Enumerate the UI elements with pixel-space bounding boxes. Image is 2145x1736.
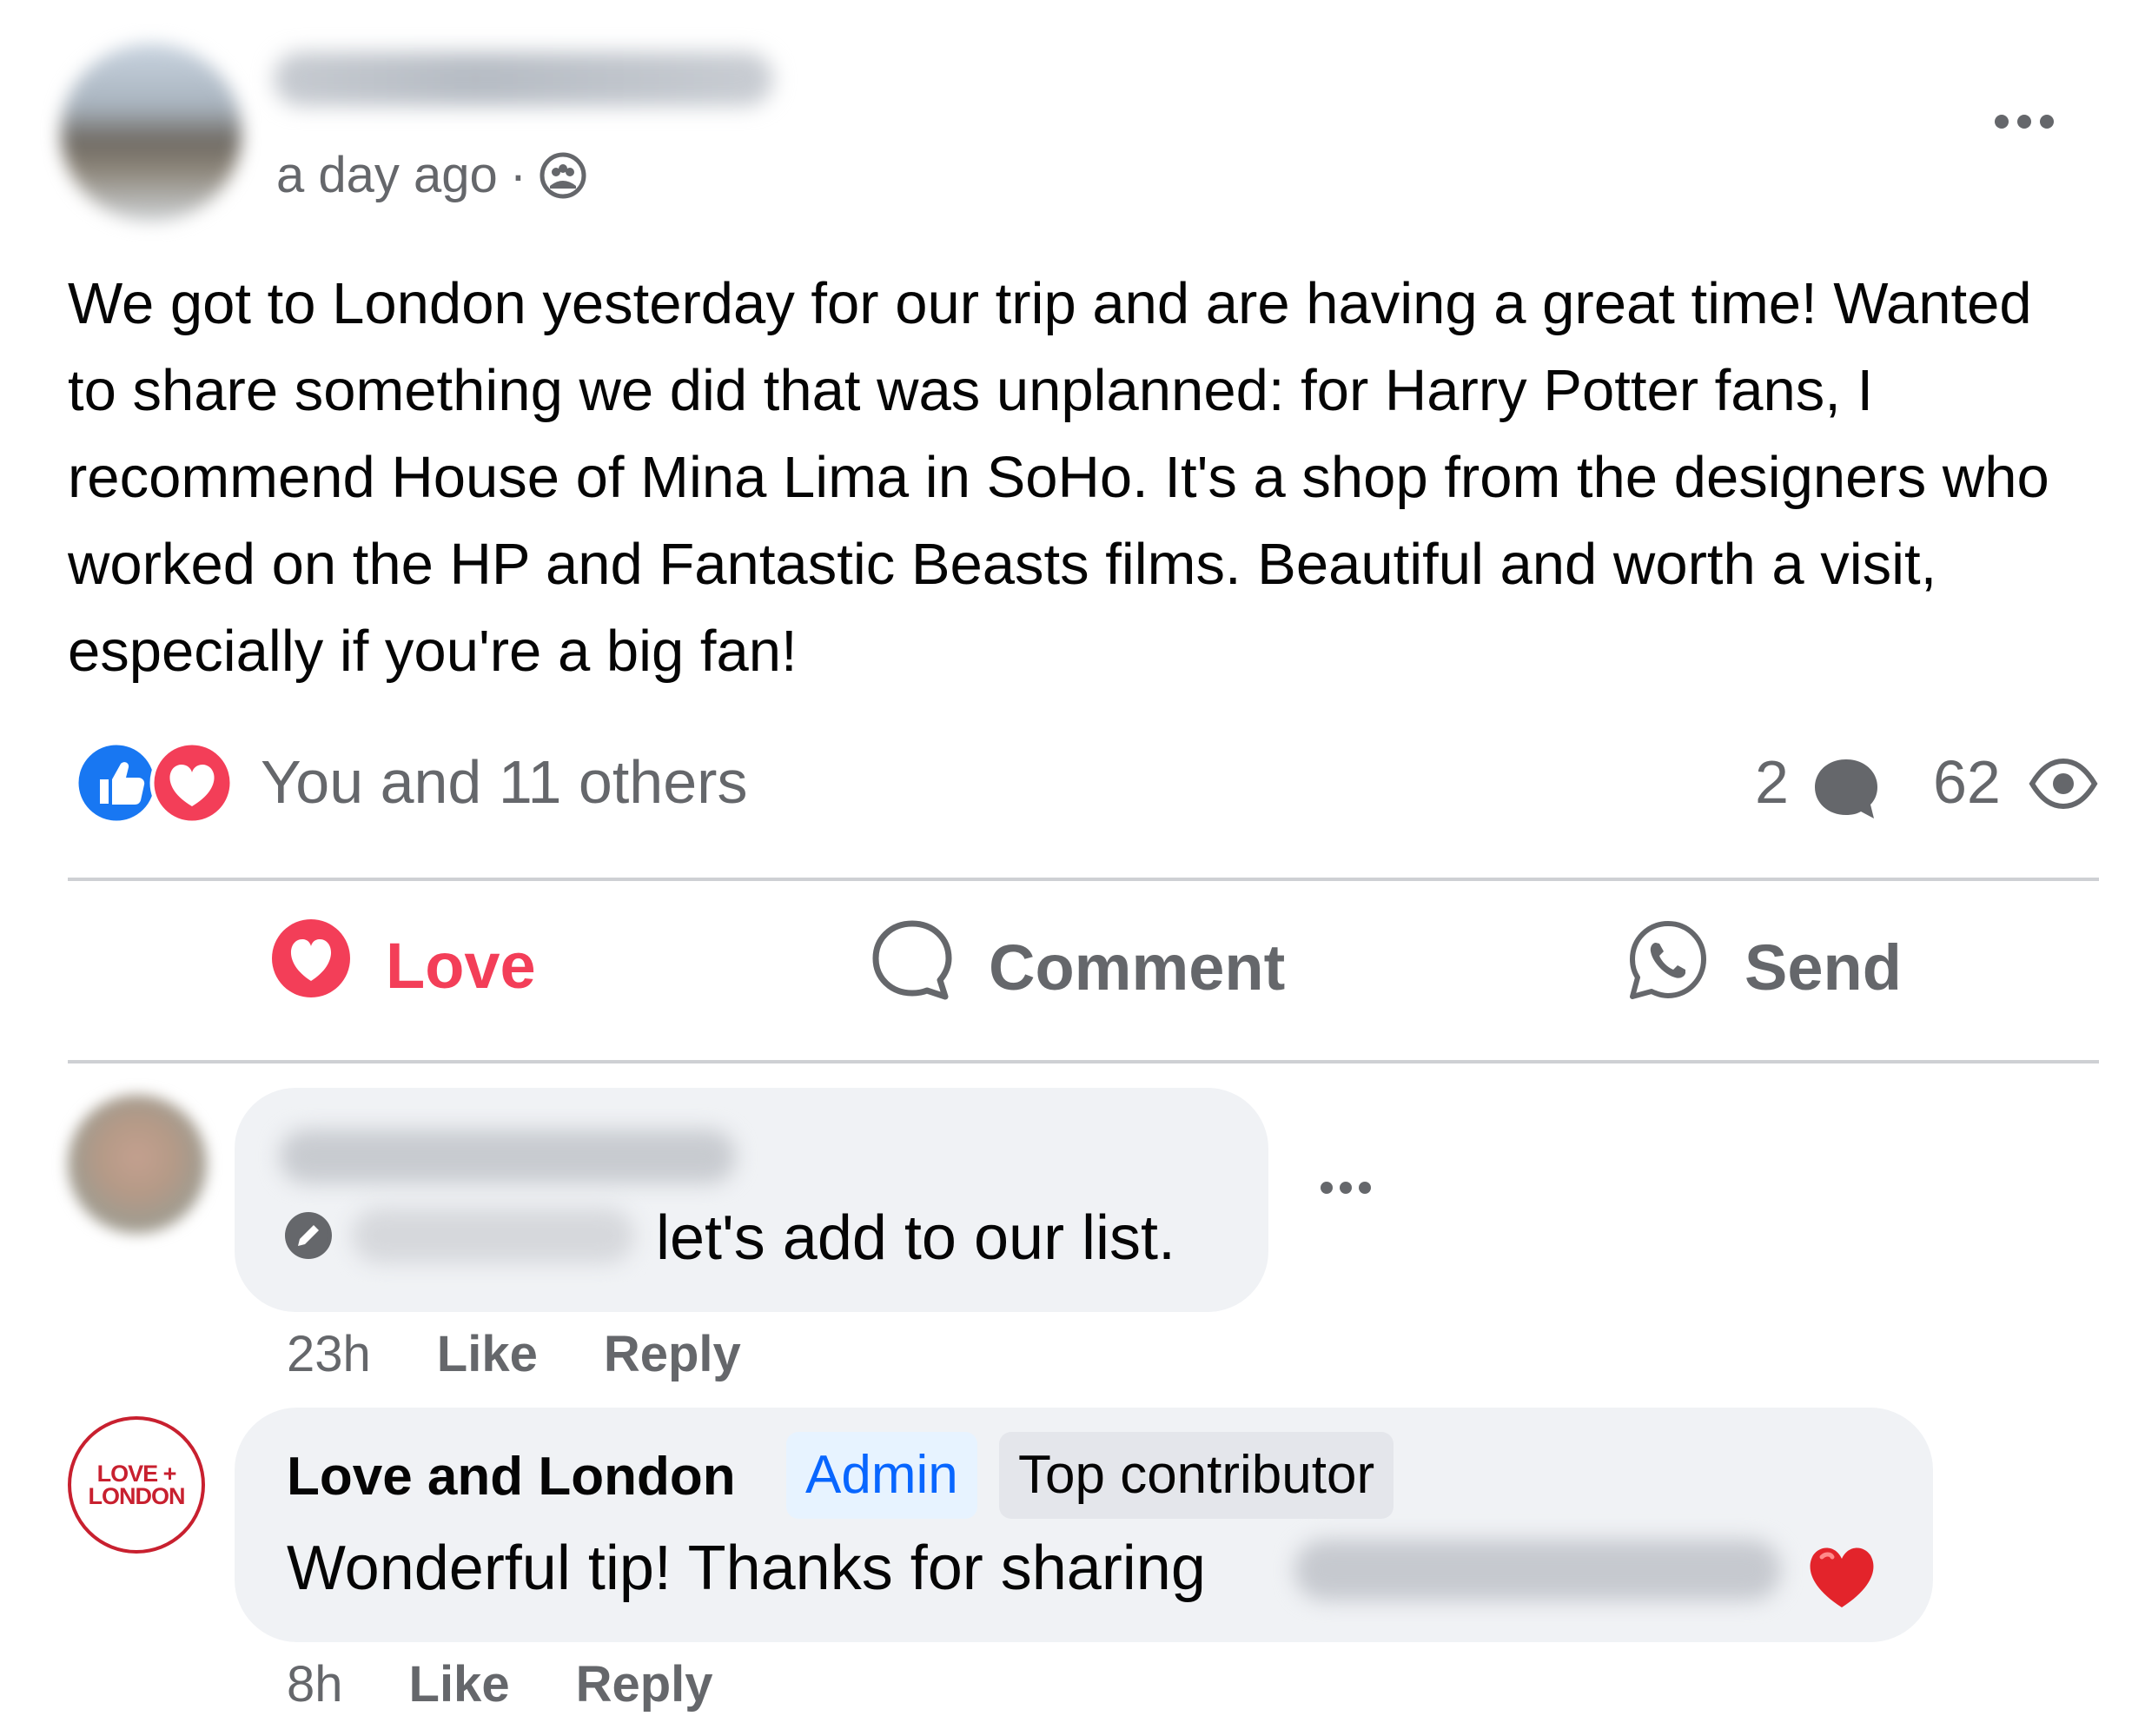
post-author-name-blurred[interactable]: [274, 52, 773, 106]
comment-time[interactable]: 8h: [287, 1655, 343, 1713]
reactions-summary-text[interactable]: You and 11 others: [261, 747, 747, 817]
reaction-icons[interactable]: [74, 740, 235, 825]
comment-reply-button[interactable]: Reply: [576, 1655, 713, 1713]
post-more-options-button[interactable]: [1981, 96, 2068, 148]
views-count: 62: [1933, 748, 2001, 816]
send-button[interactable]: Send: [1625, 917, 1902, 1018]
comment-like-button[interactable]: Like: [437, 1325, 538, 1383]
love-label: Love: [386, 930, 536, 1002]
whatsapp-icon: [1625, 917, 1711, 1018]
comment-time[interactable]: 23h: [287, 1325, 371, 1383]
post-time[interactable]: a day ago: [276, 146, 498, 204]
post-meta: a day ago ·: [276, 146, 587, 204]
send-label: Send: [1744, 931, 1902, 1004]
comments-count[interactable]: 2: [1755, 747, 1789, 817]
logo-line: LOVE +: [96, 1461, 177, 1487]
comment-text: let's add to our list.: [656, 1203, 1176, 1273]
comment-label: Comment: [989, 931, 1286, 1004]
more-dot: [1321, 1182, 1333, 1194]
comment-like-button[interactable]: Like: [409, 1655, 510, 1713]
comment-meta: 8h Like Reply: [287, 1655, 713, 1713]
post-body-text: We got to London yesterday for our trip …: [68, 271, 2049, 684]
love-icon: [269, 917, 353, 1015]
divider: [68, 1060, 2099, 1063]
comment-button[interactable]: Comment: [869, 917, 1285, 1018]
divider: [68, 878, 2099, 881]
mention-blurred[interactable]: [1294, 1540, 1781, 1600]
comment-author-name-blurred[interactable]: [280, 1130, 736, 1183]
comment-count-icon: [1811, 754, 1881, 824]
top-contributor-badge: Top contributor: [999, 1432, 1394, 1519]
more-dot: [1359, 1182, 1371, 1194]
eye-icon: [2029, 756, 2098, 812]
group-icon: [539, 151, 587, 200]
comment-more-options-button[interactable]: [1321, 1182, 1371, 1194]
comment-meta: 23h Like Reply: [287, 1325, 741, 1383]
admin-badge: Admin: [786, 1432, 977, 1519]
logo-line: LONDON: [88, 1483, 186, 1509]
more-dot: [1995, 115, 2009, 129]
love-and-london-avatar[interactable]: LOVE + LONDON: [68, 1416, 205, 1554]
more-dot: [2017, 115, 2031, 129]
meta-separator: ·: [509, 147, 527, 203]
comment-text: Wonderful tip! Thanks for sharing: [287, 1534, 1206, 1603]
love-button[interactable]: Love: [269, 917, 536, 1015]
red-heart-icon: [1803, 1536, 1881, 1614]
comment-reply-button[interactable]: Reply: [604, 1325, 741, 1383]
more-dot: [2040, 115, 2054, 129]
mention-blurred[interactable]: [352, 1208, 634, 1263]
post-author-avatar[interactable]: [61, 43, 242, 222]
more-dot: [1340, 1182, 1352, 1194]
edit-pencil-icon: [282, 1209, 334, 1262]
comment-author-name[interactable]: Love and London: [287, 1442, 736, 1512]
comment-author-avatar[interactable]: [68, 1095, 207, 1234]
comment-icon: [869, 917, 956, 1018]
